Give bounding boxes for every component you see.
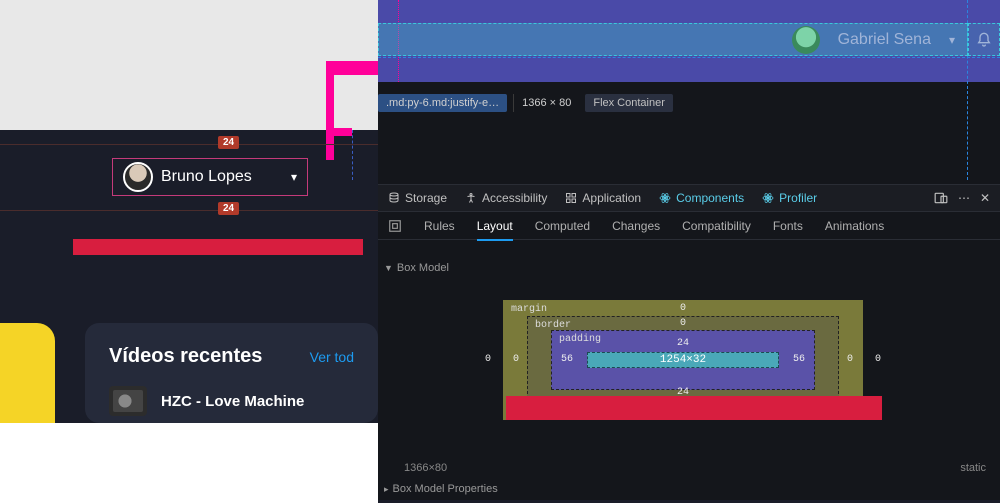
react-icon	[659, 192, 671, 204]
boxmodel-section-header[interactable]: ▼ Box Model	[384, 262, 449, 274]
highlight-bar	[73, 239, 363, 255]
recent-videos-card: Vídeos recentes Ver tod HZC - Love Machi…	[85, 323, 378, 423]
decorative-shape	[0, 323, 55, 423]
tab-storage[interactable]: Storage	[388, 191, 447, 205]
tab-components[interactable]: Components	[659, 191, 744, 205]
video-item[interactable]: HZC - Love Machine	[109, 386, 354, 416]
user-name: Bruno Lopes	[161, 168, 283, 186]
devtools-tabs: Storage Accessibility Application Compon…	[378, 184, 1000, 212]
boxmodel-icon[interactable]	[388, 219, 402, 233]
notifications-button[interactable]	[968, 23, 1000, 56]
subtab-computed[interactable]: Computed	[535, 219, 590, 233]
subtab-compatibility[interactable]: Compatibility	[682, 219, 751, 233]
user-name: Gabriel Sena	[838, 31, 931, 49]
devtools-panel: Gabriel Sena ▾ .md:py-6.md:justify-e… 13…	[378, 0, 1000, 500]
app-viewport-left: 24 24 Bruno Lopes ▾ Vídeos recentes Ver …	[0, 0, 378, 500]
margin-right-value[interactable]: 0	[875, 354, 881, 365]
avatar	[123, 162, 153, 192]
subtab-animations[interactable]: Animations	[825, 219, 884, 233]
react-icon	[762, 192, 774, 204]
user-menu[interactable]: Bruno Lopes ▾	[112, 158, 308, 196]
flex-container-chip[interactable]: Flex Container	[585, 94, 673, 112]
dimensions-chip: 1366 × 80	[513, 94, 579, 112]
section-title: Box Model Properties	[393, 483, 498, 495]
margin-badge: 24	[218, 202, 239, 215]
tab-label: Storage	[405, 191, 447, 205]
subtab-changes[interactable]: Changes	[612, 219, 660, 233]
measure-ruler-vertical	[326, 75, 334, 160]
border-left-value[interactable]: 0	[513, 354, 519, 365]
tab-label: Accessibility	[482, 191, 547, 205]
triangle-down-icon: ▼	[384, 263, 393, 273]
bell-icon	[976, 32, 992, 48]
layout-subtabs: Rules Layout Computed Changes Compatibil…	[378, 212, 1000, 240]
responsive-icon[interactable]	[934, 191, 948, 205]
padding-left-value[interactable]: 56	[561, 354, 573, 365]
measure-ruler-tick	[326, 128, 352, 136]
margin-badge: 24	[218, 136, 239, 149]
tab-profiler[interactable]: Profiler	[762, 191, 817, 205]
triangle-right-icon: ▸	[384, 484, 389, 495]
subtab-rules[interactable]: Rules	[424, 219, 455, 233]
border-label: border	[535, 320, 571, 331]
element-dimensions: 1366×80	[404, 462, 447, 474]
highlight-strip	[506, 396, 882, 420]
chevron-down-icon: ▾	[949, 33, 955, 47]
padding-top-value[interactable]: 24	[677, 338, 689, 349]
avatar	[792, 26, 820, 54]
video-title: HZC - Love Machine	[161, 393, 304, 410]
card-title: Vídeos recentes	[109, 345, 262, 368]
accessibility-icon	[465, 192, 477, 204]
class-chip[interactable]: .md:py-6.md:justify-e…	[378, 94, 507, 112]
tab-label: Application	[582, 191, 641, 205]
subtab-layout[interactable]: Layout	[477, 219, 513, 241]
boxmodel-footer: 1366×80 static	[404, 462, 986, 474]
guide-line	[0, 144, 378, 145]
tab-accessibility[interactable]: Accessibility	[465, 191, 547, 205]
close-icon[interactable]: ✕	[980, 191, 990, 205]
element-position: static	[960, 462, 986, 474]
tab-application[interactable]: Application	[565, 191, 641, 205]
content-bottom	[0, 423, 378, 503]
section-title: Box Model	[397, 262, 449, 274]
boxmodel-properties-header[interactable]: ▸ Box Model Properties	[384, 483, 498, 495]
application-icon	[565, 192, 577, 204]
tab-label: Profiler	[779, 191, 817, 205]
padding-label: padding	[559, 334, 601, 345]
video-thumbnail	[109, 386, 147, 416]
margin-label: margin	[511, 304, 547, 315]
element-info-chips: .md:py-6.md:justify-e… 1366 × 80 Flex Co…	[378, 94, 673, 112]
padding-right-value[interactable]: 56	[793, 354, 805, 365]
flex-guide-horizontal	[378, 57, 1000, 58]
border-right-value[interactable]: 0	[847, 354, 853, 365]
guide-line	[0, 210, 378, 211]
subtab-fonts[interactable]: Fonts	[773, 219, 803, 233]
more-icon[interactable]: ⋯	[958, 191, 970, 205]
see-all-link[interactable]: Ver tod	[310, 349, 354, 365]
storage-icon	[388, 192, 400, 204]
content-area	[0, 0, 378, 130]
flex-overlay: Gabriel Sena ▾	[378, 23, 968, 56]
chevron-down-icon: ▾	[291, 170, 297, 184]
margin-left-value[interactable]: 0	[485, 354, 491, 365]
border-top-value[interactable]: 0	[680, 318, 686, 329]
boxmodel-content[interactable]: 1254×32	[587, 352, 779, 368]
tab-label: Components	[676, 191, 744, 205]
margin-top-value[interactable]: 0	[680, 303, 686, 314]
guide-dashed-vertical	[352, 130, 353, 180]
